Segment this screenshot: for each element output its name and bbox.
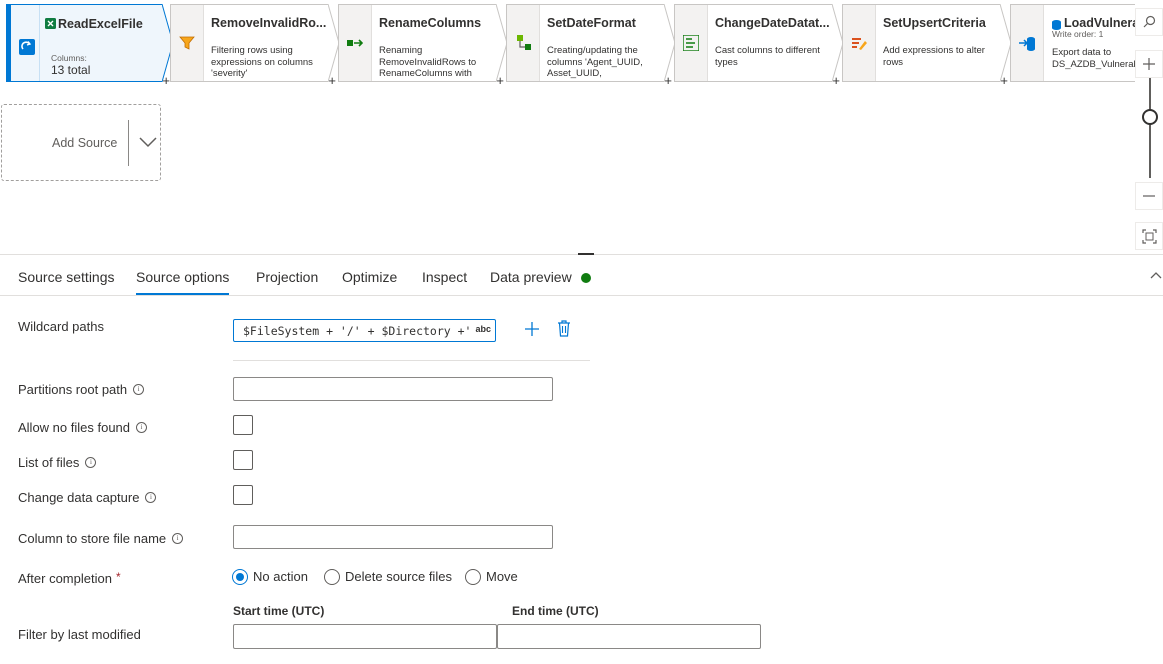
end-time-input[interactable] (497, 624, 761, 649)
sink-icon (1019, 37, 1035, 51)
excel-icon (45, 18, 56, 29)
info-icon[interactable]: i (172, 533, 184, 544)
plus-icon (1143, 58, 1155, 70)
minus-icon (1143, 195, 1155, 197)
add-transform-plus-icon[interactable]: + (832, 74, 840, 87)
column-file-name-input[interactable] (233, 525, 553, 549)
search-canvas-button[interactable] (1135, 8, 1163, 36)
search-icon (1143, 15, 1156, 28)
allow-no-files-label: Allow no files found i (18, 420, 148, 435)
filter-by-last-modified-label: Filter by last modified (18, 627, 141, 642)
alter-row-icon (852, 38, 867, 50)
zoom-in-button[interactable] (1135, 50, 1163, 78)
node-change-date-datatype[interactable]: ChangeDateDatat... Cast columns to diffe… (674, 4, 844, 87)
radio-no-action-label[interactable]: No action (253, 569, 308, 584)
node-columns-value: 13 total (51, 63, 91, 77)
tab-source-options[interactable]: Source options (136, 269, 230, 295)
select-columns-icon (347, 39, 363, 47)
node-title: RenameColumns (379, 16, 482, 30)
tab-projection[interactable]: Projection (256, 269, 318, 285)
node-description: Creating/updating the columns 'Agent_UUI… (547, 45, 643, 79)
node-description: Renaming RemoveInvalidRows to RenameColu… (379, 45, 477, 79)
node-read-excel-file[interactable]: ReadExcelFile Columns: 13 total + (6, 4, 174, 87)
allow-no-files-checkbox[interactable] (233, 415, 253, 435)
node-rename-columns[interactable]: RenameColumns Renaming RemoveInvalidRows… (338, 4, 508, 87)
panel-resize-handle[interactable] (578, 253, 594, 255)
node-description: Export data to DS_AZDB_Vulnerabilities (1052, 47, 1135, 70)
radio-delete-source-files[interactable] (324, 569, 340, 585)
list-of-files-checkbox[interactable] (233, 450, 253, 470)
info-icon[interactable]: i (136, 422, 148, 433)
tab-inspect[interactable]: Inspect (422, 269, 467, 285)
required-marker: * (115, 570, 121, 584)
delete-icon[interactable] (557, 320, 571, 337)
end-time-label: End time (UTC) (512, 604, 599, 618)
add-transform-plus-icon[interactable]: + (664, 74, 672, 87)
node-title: RemoveInvalidRo... (211, 16, 327, 30)
node-title: LoadVulnerabili... (1064, 16, 1135, 30)
chevron-down-icon[interactable] (138, 135, 158, 149)
node-title: ReadExcelFile (58, 17, 143, 31)
tab-source-settings[interactable]: Source settings (18, 269, 115, 285)
cast-icon (683, 35, 699, 51)
node-write-order: Write order: 1 (1052, 29, 1104, 39)
change-data-capture-label: Change data capture i (18, 490, 157, 505)
partitions-root-path-label: Partitions root path i (18, 382, 145, 397)
node-title: SetDateFormat (547, 16, 636, 30)
info-icon[interactable]: i (85, 457, 97, 468)
node-remove-invalid-rows[interactable]: RemoveInvalidRo... Filtering rows using … (170, 4, 340, 87)
after-completion-label: After completion * (18, 570, 121, 586)
add-source-button[interactable]: Add Source (1, 104, 161, 181)
list-of-files-label: List of files i (18, 455, 97, 470)
zoom-out-button[interactable] (1135, 182, 1163, 210)
wildcard-path-input[interactable]: $FileSystem + '/' + $Directory +'/'+ $..… (233, 319, 496, 342)
source-icon (19, 39, 35, 55)
radio-move-label[interactable]: Move (486, 569, 518, 584)
tab-data-preview[interactable]: Data preview (490, 269, 572, 285)
column-file-name-label: Column to store file name i (18, 531, 184, 546)
node-description: Filtering rows using expressions on colu… (211, 45, 313, 79)
dataflow-canvas[interactable]: ReadExcelFile Columns: 13 total + Remove… (0, 0, 1163, 254)
derived-column-icon (517, 35, 531, 50)
start-time-input[interactable] (233, 624, 497, 649)
radio-delete-source-files-label[interactable]: Delete source files (345, 569, 452, 584)
info-icon[interactable]: i (145, 492, 157, 503)
data-preview-status-dot (581, 273, 591, 283)
add-transform-plus-icon[interactable]: + (162, 74, 170, 87)
filter-icon (179, 36, 195, 50)
add-source-label: Add Source (52, 136, 118, 150)
expression-type-badge: abc (475, 324, 491, 334)
wildcard-path-value: $FileSystem + '/' + $Directory +'/'+ $..… (243, 324, 469, 338)
add-transform-plus-icon[interactable]: + (1000, 74, 1008, 87)
radio-no-action[interactable] (232, 569, 248, 585)
add-transform-plus-icon[interactable]: + (496, 74, 504, 87)
radio-move[interactable] (465, 569, 481, 585)
node-set-date-format[interactable]: SetDateFormat Creating/updating the colu… (506, 4, 676, 87)
start-time-label: Start time (UTC) (233, 604, 325, 618)
change-data-capture-checkbox[interactable] (233, 485, 253, 505)
fit-screen-icon (1142, 229, 1157, 244)
node-columns-label: Columns: (51, 53, 87, 63)
add-icon[interactable] (524, 321, 540, 337)
zoom-slider-thumb[interactable] (1142, 109, 1158, 125)
node-load-vulnerabilities[interactable]: LoadVulnerabili... Write order: 1 Export… (1010, 4, 1135, 82)
chevron-up-icon[interactable] (1150, 270, 1162, 280)
partitions-root-path-input[interactable] (233, 377, 553, 401)
node-description: Cast columns to different types (715, 45, 820, 68)
node-title: ChangeDateDatat... (715, 16, 830, 30)
node-set-upsert-criteria[interactable]: SetUpsertCriteria Add expressions to alt… (842, 4, 1012, 87)
zoom-slider-track[interactable] (1149, 78, 1151, 178)
node-title: SetUpsertCriteria (883, 16, 986, 30)
add-transform-plus-icon[interactable]: + (328, 74, 336, 87)
wildcard-paths-label: Wildcard paths (18, 319, 104, 334)
node-description: Add expressions to alter rows (883, 45, 985, 68)
info-icon[interactable]: i (133, 384, 145, 395)
tab-optimize[interactable]: Optimize (342, 269, 397, 285)
fit-to-screen-button[interactable] (1135, 222, 1163, 250)
